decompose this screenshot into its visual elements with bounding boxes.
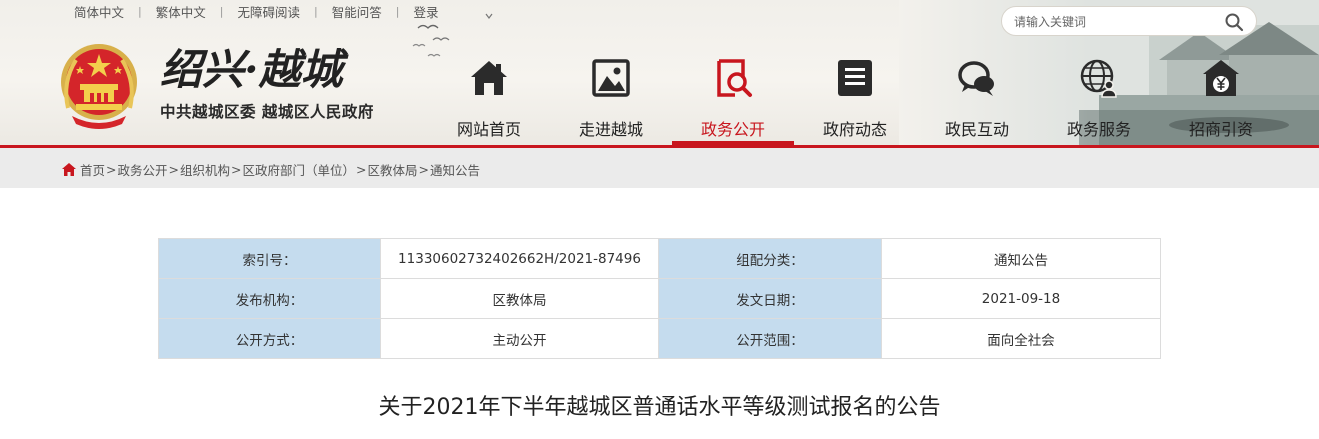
breadcrumb-item[interactable]: 政务公开 [118,160,168,179]
breadcrumb-item[interactable]: 区政府部门（单位） [243,160,356,179]
nav-investment[interactable]: 招商引资 [1160,52,1282,145]
calligraphy-logo: 绍兴·越城 [160,45,350,94]
meta-label: 公开范围： [658,318,882,359]
search-box [1001,6,1257,36]
link-accessibility[interactable]: 无障碍阅读 [223,2,314,21]
meta-value: 面向全社会 [881,318,1161,359]
nav-label: 政务服务 [1066,120,1131,139]
breadcrumb-separator: > [106,162,117,177]
nav-label: 政务公开 [700,120,765,139]
meta-label: 公开方式： [158,318,381,359]
meta-value: 11330602732402662H/2021-87496 [380,238,659,279]
home-icon [62,163,76,176]
globe-user-icon [1080,59,1117,98]
home-icon [471,61,507,95]
breadcrumb: 首页 > 政务公开 > 组织机构 > 区政府部门（单位） > 区教体局 > 通知… [62,160,480,179]
news-list-icon [838,60,872,96]
meta-value: 区教体局 [380,278,659,319]
table-row: 发布机构： 区教体局 发文日期： 2021-09-18 [158,278,1161,319]
national-emblem-logo [61,44,137,129]
meta-value: 通知公告 [881,238,1161,279]
breadcrumb-separator: > [231,162,242,177]
nav-gov-services[interactable]: 政务服务 [1038,52,1160,145]
meta-label: 组配分类： [658,238,882,279]
search-icon[interactable] [1224,12,1244,32]
meta-label: 发文日期： [658,278,882,319]
breadcrumb-separator: > [168,162,179,177]
breadcrumb-separator: > [356,162,367,177]
nav-gov-news[interactable]: 政府动态 [794,52,916,145]
link-traditional-chinese[interactable]: 繁体中文 [142,2,220,21]
nav-label: 招商引资 [1188,120,1253,139]
link-simplified-chinese[interactable]: 简体中文 [60,2,138,21]
nav-about-yuecheng[interactable]: 走进越城 [550,52,672,145]
document-search-icon [717,59,752,97]
site-header: 简体中文 | 繁体中文 | 无障碍阅读 | 智能问答 | 登录 绍兴·越城 [0,0,1319,145]
meta-value: 主动公开 [380,318,659,359]
meta-value: 2021-09-18 [881,278,1161,319]
breadcrumb-item[interactable]: 区教体局 [368,160,418,179]
meta-label: 发布机构： [158,278,381,319]
chat-icon [958,61,994,96]
breadcrumb-item[interactable]: 首页 [80,160,105,179]
nav-home[interactable]: 网站首页 [428,52,550,145]
table-row: 公开方式： 主动公开 公开范围： 面向全社会 [158,318,1161,359]
nav-public-interaction[interactable]: 政民互动 [916,52,1038,145]
document-meta-table: 索引号： 11330602732402662H/2021-87496 组配分类：… [158,238,1161,359]
picture-icon [592,59,630,97]
yuan-house-icon [1203,60,1239,96]
main-nav: 网站首页 走进越城 政务公开 政府动态 政民互动 政务服务 招商引资 [428,52,1282,145]
breadcrumb-bar: 首页 > 政务公开 > 组织机构 > 区政府部门（单位） > 区教体局 > 通知… [0,148,1319,188]
breadcrumb-separator: > [418,162,429,177]
table-row: 索引号： 11330602732402662H/2021-87496 组配分类：… [158,238,1161,279]
search-input[interactable] [1014,12,1214,31]
link-smart-qa[interactable]: 智能问答 [318,2,396,21]
breadcrumb-item[interactable]: 组织机构 [180,160,230,179]
nav-label: 走进越城 [578,120,643,139]
svg-text:绍兴·越城: 绍兴·越城 [160,45,350,94]
meta-label: 索引号： [158,238,381,279]
article-title: 关于2021年下半年越城区普通话水平等级测试报名的公告 [378,395,941,420]
nav-gov-affairs-open[interactable]: 政务公开 [672,52,794,145]
nav-label: 政民互动 [944,120,1009,139]
nav-label: 政府动态 [822,120,887,139]
nav-label: 网站首页 [456,120,521,139]
breadcrumb-item[interactable]: 通知公告 [430,160,480,179]
site-subtitle: 中共越城区委 越城区人民政府 [160,103,374,121]
